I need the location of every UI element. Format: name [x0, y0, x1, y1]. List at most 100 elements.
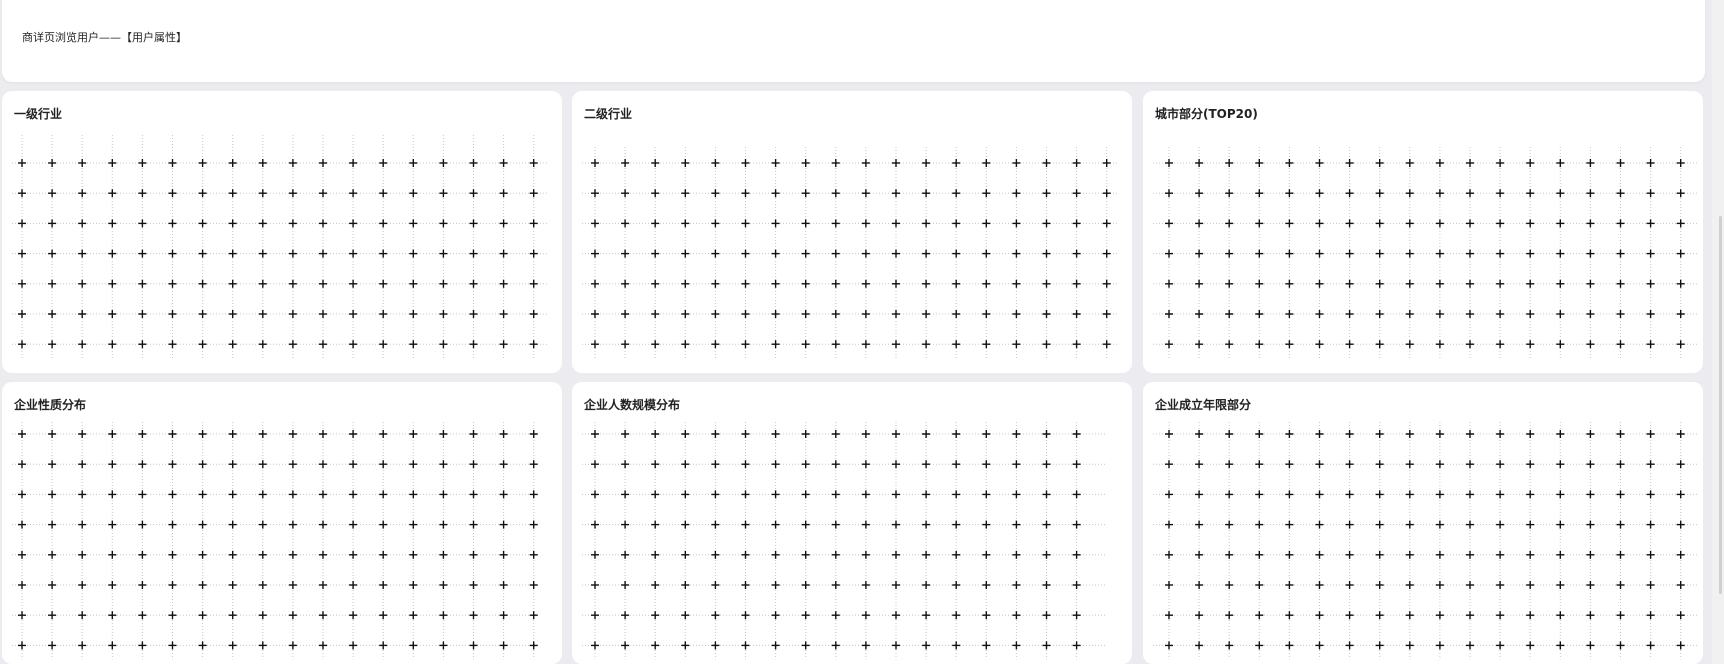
plus-marker — [48, 611, 57, 620]
plus-marker — [982, 520, 991, 529]
plus-marker — [1375, 641, 1384, 650]
plus-marker — [1496, 611, 1505, 620]
plus-marker — [78, 460, 87, 469]
plus-marker — [78, 340, 87, 349]
plus-marker — [258, 310, 267, 318]
plus-marker — [1526, 159, 1535, 167]
plus-marker — [1165, 430, 1173, 438]
plus-marker — [922, 611, 931, 620]
plus-marker — [1012, 641, 1021, 650]
card-title: 企业人数规模分布 — [584, 398, 681, 412]
plus-marker — [922, 430, 931, 438]
plus-marker — [78, 490, 87, 499]
plus-marker — [1345, 340, 1354, 349]
plus-marker — [1012, 189, 1021, 198]
plus-marker — [258, 340, 267, 349]
plus-marker — [591, 159, 599, 167]
plus-marker — [1255, 490, 1264, 499]
plus-marker — [741, 159, 750, 167]
plus-marker — [1405, 340, 1414, 349]
plus-marker — [108, 249, 117, 258]
plus-marker — [198, 520, 207, 529]
plus-marker — [801, 340, 810, 349]
plus-marker — [288, 611, 297, 620]
plus-marker — [1285, 430, 1294, 438]
plus-marker — [319, 340, 327, 349]
plus-marker — [1646, 460, 1655, 469]
plus-marker — [831, 340, 840, 349]
plus-marker — [168, 340, 177, 349]
plus-marker — [529, 641, 538, 650]
plus-marker — [108, 520, 117, 529]
plus-marker — [681, 219, 690, 228]
plus-marker — [741, 581, 750, 589]
plus-marker — [681, 279, 690, 288]
plus-marker — [982, 249, 991, 258]
plus-marker — [681, 550, 690, 559]
plus-marker — [499, 490, 508, 499]
plus-marker — [892, 490, 900, 499]
plus-marker — [1526, 310, 1535, 318]
plus-marker — [258, 520, 267, 529]
plus-marker — [1435, 550, 1444, 559]
plus-marker — [1102, 279, 1111, 288]
plus-marker — [379, 520, 388, 529]
plus-marker — [922, 581, 931, 589]
plus-marker — [258, 550, 267, 559]
plus-marker — [319, 159, 327, 167]
plus-marker — [1466, 430, 1474, 438]
plus-marker — [1405, 310, 1414, 318]
plus-marker — [18, 159, 26, 167]
plus-marker — [379, 490, 388, 499]
plus-marker — [621, 550, 630, 559]
plus-marker — [138, 611, 147, 620]
header-panel: 商详页浏览用户——【用户属性】 — [2, 0, 1705, 82]
plus-marker — [409, 249, 418, 258]
plus-marker — [741, 550, 750, 559]
plus-marker — [1466, 460, 1474, 469]
plus-marker — [1315, 340, 1324, 349]
plus-marker — [1616, 189, 1625, 198]
plus-marker — [228, 340, 237, 349]
plus-marker — [1315, 460, 1324, 469]
plus-marker — [168, 641, 177, 650]
plus-marker — [48, 460, 57, 469]
plus-marker — [922, 219, 931, 228]
plus-marker — [1285, 581, 1294, 589]
plus-marker — [1012, 219, 1021, 228]
vertical-scrollbar[interactable] — [1712, 0, 1724, 664]
plus-marker — [409, 279, 418, 288]
plus-marker — [319, 641, 327, 650]
plus-marker — [1042, 641, 1051, 650]
plus-marker — [1466, 310, 1474, 318]
placeholder-grid — [1153, 422, 1699, 660]
scrollbar-thumb[interactable] — [1719, 216, 1722, 594]
plus-marker — [78, 581, 87, 589]
plus-marker — [771, 159, 780, 167]
plus-marker — [1526, 219, 1535, 228]
plus-marker — [499, 611, 508, 620]
plus-marker — [18, 310, 26, 318]
plus-marker — [349, 249, 358, 258]
plus-marker — [1435, 430, 1444, 438]
plus-marker — [499, 430, 508, 438]
plus-marker — [1375, 340, 1384, 349]
plus-marker — [1526, 520, 1535, 529]
plus-marker — [1072, 430, 1081, 438]
plus-marker — [108, 641, 117, 650]
plus-marker — [78, 641, 87, 650]
plus-marker — [982, 490, 991, 499]
plus-marker — [319, 581, 327, 589]
plus-marker — [681, 249, 690, 258]
plus-marker — [198, 189, 207, 198]
card-title: 二级行业 — [584, 107, 633, 121]
plus-marker — [1405, 490, 1414, 499]
plus-marker — [349, 159, 358, 167]
plus-marker — [228, 249, 237, 258]
plus-marker — [1165, 490, 1173, 499]
plus-marker — [258, 611, 267, 620]
plus-marker — [1072, 641, 1081, 650]
plus-marker — [591, 520, 599, 529]
plus-marker — [529, 611, 538, 620]
plus-marker — [1042, 310, 1051, 318]
